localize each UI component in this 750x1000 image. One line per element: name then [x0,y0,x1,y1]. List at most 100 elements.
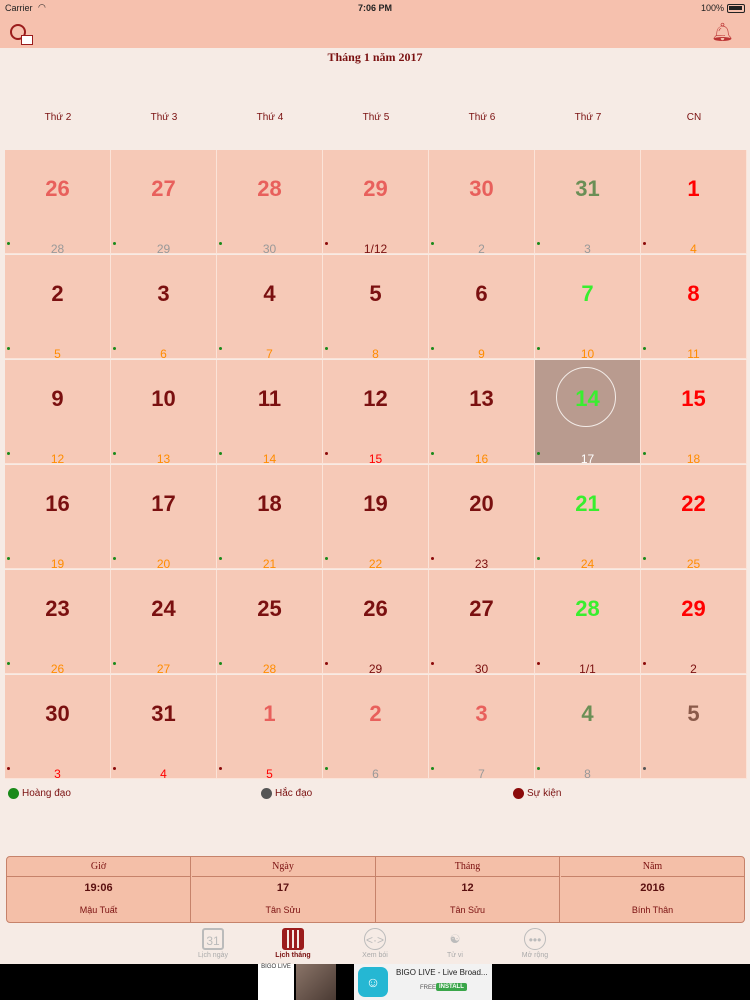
day-cell[interactable]: 15 [217,675,323,781]
ad-price: FREE [420,985,437,991]
lunar-date: 1/1 [579,662,596,676]
day-cell[interactable]: 21 24 [535,465,641,571]
tab-label: Lịch ngày [198,952,228,959]
day-cell[interactable]: 20 23 [429,465,535,571]
day-cell[interactable]: 19 22 [323,465,429,571]
solar-date: 24 [151,596,176,621]
day-cell[interactable]: 30 3 [5,675,111,781]
day-cell[interactable]: 11 14 [217,360,323,466]
day-cell[interactable]: 26 28 [5,150,111,256]
day-cell[interactable]: 69 [429,255,535,361]
tab-label: Tử vi [447,952,463,959]
legend-item: Sự kiện [513,788,562,799]
lunar-date: 7 [266,347,273,361]
day-cell[interactable]: 16 19 [5,465,111,571]
day-cell[interactable]: 13 16 [429,360,535,466]
lunar-date: 30 [262,242,277,256]
day-cell[interactable]: 25 [5,255,111,361]
legend-item: Hắc đạo [261,788,312,799]
day-cell[interactable]: 5 [641,675,747,779]
day-cell[interactable]: 37 [429,675,535,781]
day-cell[interactable]: 29 2 [641,570,747,676]
info-header: Năm [560,857,744,877]
ad-install-button[interactable]: INSTALL [436,983,467,991]
day-cell[interactable]: 31 4 [111,675,217,781]
day-cell[interactable]: 30 2 [429,150,535,256]
solar-date: 9 [51,386,64,411]
day-cell[interactable]: 26 29 [323,570,429,676]
solar-date: 7 [581,281,594,306]
day-cell[interactable]: 27 30 [429,570,535,676]
solar-date: 5 [369,281,382,306]
tab-calendar-day[interactable]: 31 Lịch ngày [178,928,248,959]
day-cell[interactable]: 25 28 [217,570,323,676]
day-cell[interactable]: 31 3 [535,150,641,256]
lunar-date: 21 [262,557,277,571]
day-cell[interactable]: 22 25 [641,465,747,571]
day-cell[interactable]: 7 10 [535,255,641,361]
lunar-date: 28 [262,662,277,676]
day-type-dot [643,767,646,770]
day-cell[interactable]: 28 30 [217,150,323,256]
solar-date: 29 [681,596,706,621]
info-header: Tháng [376,857,559,877]
legend-dot [513,788,524,799]
nav-bar: 🔔︎ [0,16,750,48]
solar-date: 27 [151,176,176,201]
ad-app-card[interactable]: ☺ BIGO LIVE - Live Broad... FREE INSTALL [354,964,492,1000]
tab-calendar-month[interactable]: Lịch tháng [258,928,328,959]
info-sub: Bính Thân [631,905,674,915]
day-cell[interactable]: 15 18 [641,360,747,466]
day-cell[interactable]: 9 12 [5,360,111,466]
lunar-date: 25 [686,557,701,571]
bell-icon[interactable]: 🔔︎ [711,23,734,41]
tab-fortune-eye[interactable]: <·> Xem bói [340,928,410,959]
solar-date: 28 [257,176,282,201]
day-cell[interactable]: 29 1/12 [323,150,429,256]
lunar-date: 4 [690,242,697,256]
solar-date: 21 [575,491,600,516]
solar-date: 13 [469,386,494,411]
day-cell[interactable]: 12 15 [323,360,429,466]
solar-date: 10 [151,386,176,411]
solar-date: 29 [363,176,388,201]
day-cell[interactable]: 28 1/1 [535,570,641,676]
weekday-label: Thứ 5 [362,112,390,123]
day-cell[interactable]: 18 21 [217,465,323,571]
lunar-date: 18 [686,452,701,466]
day-cell[interactable]: 26 [323,675,429,781]
ad-banner[interactable]: BIGO LIVE ☺ BIGO LIVE - Live Broad... FR… [0,964,750,1000]
solar-date: 4 [263,281,276,306]
legend-label: Sự kiện [527,788,562,799]
day-cell[interactable]: 8 11 [641,255,747,361]
day-cell[interactable]: 14 17 [535,360,641,466]
lunar-date: 27 [156,662,171,676]
calendar-settings-icon[interactable] [10,24,33,45]
lunar-date: 28 [50,242,65,256]
solar-date: 3 [157,281,170,306]
tab-more[interactable]: ••• Mở rộng [500,928,570,959]
day-cell[interactable]: 17 20 [111,465,217,571]
status-time: 7:06 PM [357,3,392,13]
day-cell[interactable]: 24 27 [111,570,217,676]
legend-label: Hoàng đạo [22,788,71,799]
more-icon: ••• [524,928,546,950]
tab-yin-yang[interactable]: ☯ Tử vi [420,928,490,959]
lunar-date: 2 [690,662,697,676]
day-cell[interactable]: 23 26 [5,570,111,676]
tab-bar: 31 Lịch ngày Lịch tháng <·> Xem bói ☯ Tử vi •••… [0,924,750,964]
day-cell[interactable]: 27 29 [111,150,217,256]
day-cell[interactable]: 36 [111,255,217,361]
lunar-date: 13 [156,452,171,466]
day-cell[interactable]: 10 13 [111,360,217,466]
solar-date: 20 [469,491,494,516]
solar-date: 2 [369,701,382,726]
info-column: Năm 2016 Bính Thân [560,857,744,922]
day-cell[interactable]: 14 [641,150,747,256]
day-cell[interactable]: 58 [323,255,429,361]
lunar-date: 7 [478,767,485,781]
day-cell[interactable]: 47 [217,255,323,361]
lunar-date: 3 [584,242,591,256]
day-cell[interactable]: 48 [535,675,641,781]
lunar-date: 8 [372,347,379,361]
